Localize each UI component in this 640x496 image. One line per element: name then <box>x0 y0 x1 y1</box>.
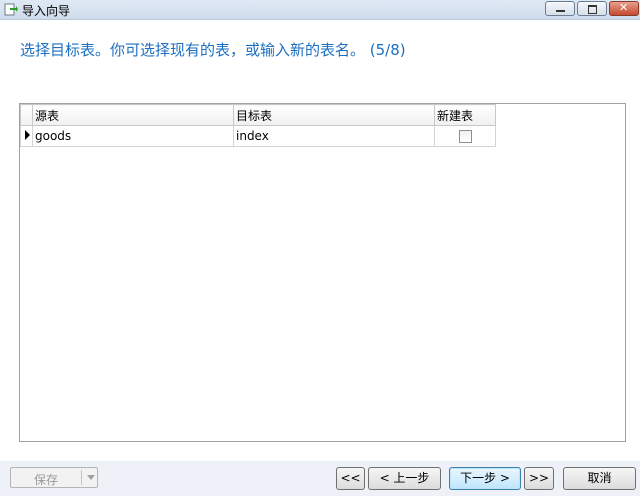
step-heading: 选择目标表。你可选择现有的表，或输入新的表名。 (5/8) <box>20 41 406 59</box>
target-table-cell[interactable]: index <box>233 125 435 147</box>
table-grid: 源表 目标表 新建表 goods index <box>19 103 626 442</box>
row-header-corner <box>20 104 33 126</box>
save-split-button[interactable]: 保存 <box>10 467 98 488</box>
row-header[interactable] <box>20 125 33 147</box>
bottom-button-bar: 保存 << < 上一步 下一步 > >> 取消 <box>0 461 640 496</box>
column-header-source[interactable]: 源表 <box>32 104 234 126</box>
window-title: 导入向导 <box>22 4 71 18</box>
next-step-button[interactable]: 下一步 > <box>449 467 521 490</box>
minimize-button[interactable] <box>545 1 575 16</box>
cancel-button[interactable]: 取消 <box>563 467 636 490</box>
column-header-target[interactable]: 目标表 <box>233 104 435 126</box>
current-row-arrow-icon <box>25 130 30 140</box>
new-table-checkbox[interactable] <box>459 130 472 143</box>
maximize-button[interactable] <box>577 1 607 16</box>
title-bar: 导入向导 <box>0 0 640 20</box>
column-header-new-table[interactable]: 新建表 <box>434 104 496 126</box>
table-row[interactable]: goods index <box>20 125 496 147</box>
previous-step-button[interactable]: < 上一步 <box>368 467 441 490</box>
first-step-button[interactable]: << <box>336 467 365 490</box>
save-separator <box>81 470 82 485</box>
new-table-cell[interactable] <box>434 125 496 147</box>
table-header-row: 源表 目标表 新建表 <box>20 104 496 126</box>
close-button[interactable] <box>609 1 639 16</box>
import-wizard-icon <box>4 3 18 16</box>
save-button[interactable]: 保存 <box>11 471 81 488</box>
dropdown-arrow-icon[interactable] <box>87 475 95 480</box>
last-step-button[interactable]: >> <box>524 467 554 490</box>
source-table-cell[interactable]: goods <box>32 125 234 147</box>
